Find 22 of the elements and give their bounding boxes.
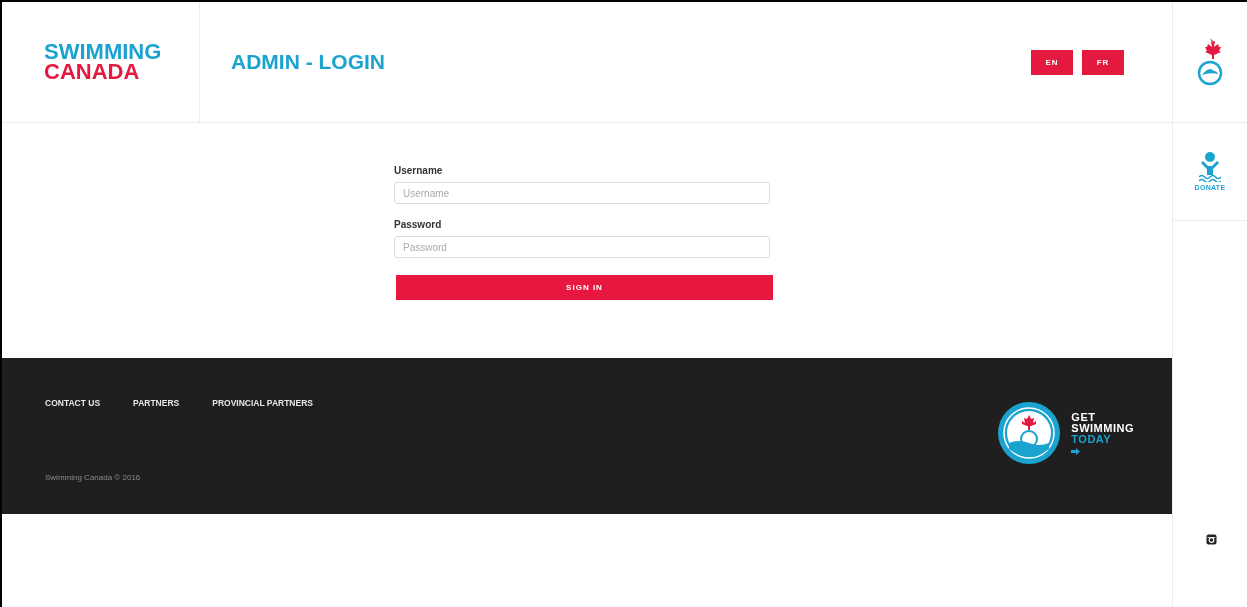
donate-swimmer-icon[interactable] — [1199, 152, 1221, 182]
language-button[interactable]: EN — [1031, 49, 1073, 75]
footer-link[interactable]: CONTACT US — [45, 398, 101, 408]
footer-link[interactable]: PROVINCIAL PARTNERS — [212, 398, 313, 408]
promo-text[interactable]: TODAY — [1071, 433, 1134, 445]
field-label: Password — [394, 219, 443, 230]
arrow-icon[interactable] — [1071, 447, 1081, 455]
logo-text: SWIMMING — [44, 42, 163, 62]
maple-leaf-swimmer-icon[interactable] — [1197, 38, 1223, 86]
input-field[interactable]: Username — [394, 182, 770, 204]
instagram-icon[interactable] — [1205, 534, 1217, 545]
copyright-text: Swimming Canada © 2016 — [45, 473, 142, 482]
promo-text[interactable]: SWIMMING — [1071, 422, 1134, 434]
page-title: ADMIN - LOGIN — [231, 50, 386, 74]
swim-team-badge-icon — [997, 401, 1062, 465]
promo-text[interactable]: GET — [1071, 411, 1134, 423]
sign-in-button[interactable]: SIGN IN — [396, 275, 773, 300]
logo-text: CANADA — [44, 62, 141, 82]
input-field[interactable]: Password — [394, 236, 770, 258]
footer-link[interactable]: PARTNERS — [133, 398, 180, 408]
field-label: Username — [394, 165, 444, 176]
language-button[interactable]: FR — [1082, 49, 1124, 75]
